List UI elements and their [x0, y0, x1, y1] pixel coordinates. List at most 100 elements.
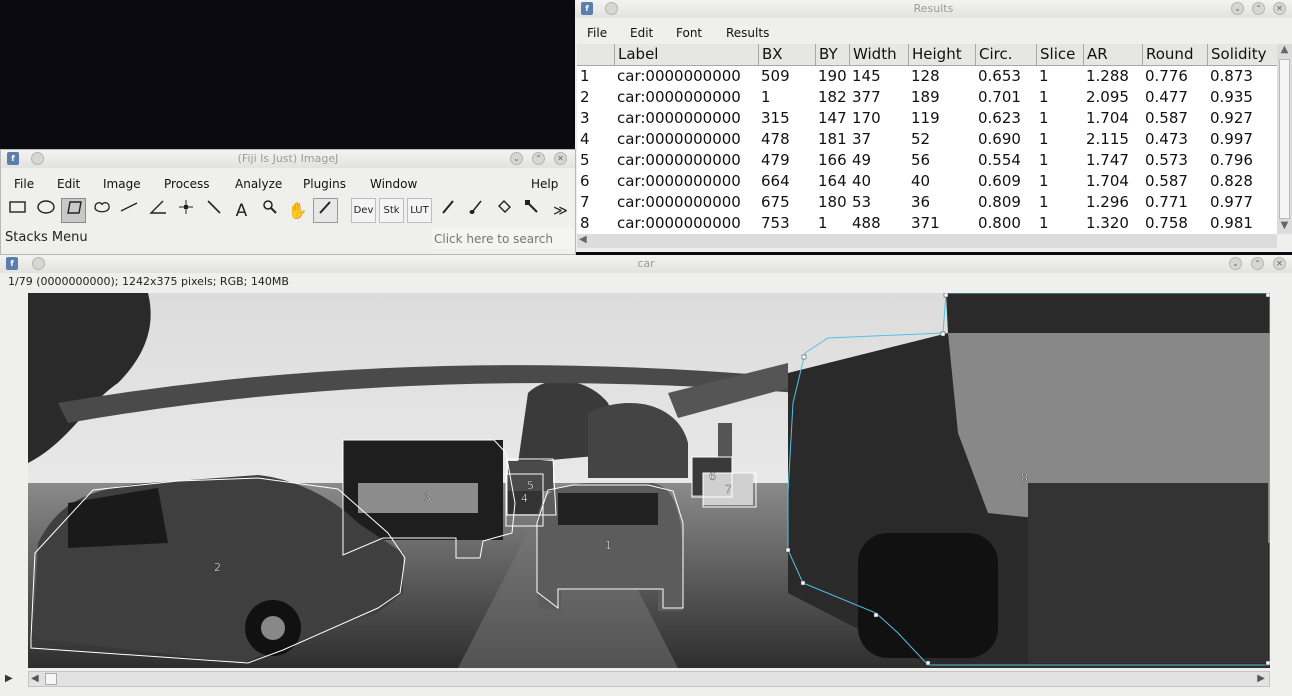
text-tool-label: A	[235, 201, 248, 221]
pencil-tool[interactable]	[435, 198, 460, 223]
results-titlebar[interactable]: f Results ⌄ ⌃ ✕	[575, 0, 1292, 18]
table-row[interactable]: 6 car:0000000000 664 164 40 40 0.609 1 1.704 0.58…	[577, 171, 1277, 192]
table-cell: 664	[761, 172, 790, 190]
column-header-label[interactable]: Label	[614, 44, 758, 65]
minimize-icon[interactable]: ⌄	[510, 152, 523, 165]
scroll-down-icon[interactable]: ▼	[1277, 220, 1292, 234]
table-cell: car:0000000000	[617, 130, 741, 148]
brush-tool[interactable]	[463, 198, 488, 223]
minimize-icon[interactable]: ⌄	[1229, 257, 1242, 270]
table-cell: car:0000000000	[617, 151, 741, 169]
roi-label-2: 2	[214, 561, 221, 574]
arrow-tool[interactable]	[519, 198, 544, 223]
maximize-icon[interactable]: ⌃	[1252, 2, 1265, 15]
table-row[interactable]: 8 car:0000000000 753 1 488 371 0.800 1 1.320 0.75…	[577, 213, 1277, 234]
column-header-solidity[interactable]: Solidity	[1207, 44, 1277, 65]
more-tools-button[interactable]: ≫	[548, 198, 573, 223]
column-header-circ-[interactable]: Circ.	[975, 44, 1036, 65]
column-header-ar[interactable]: AR	[1083, 44, 1142, 65]
image-titlebar[interactable]: f car ⌄ ⌃ ✕	[0, 255, 1292, 273]
oval-tool[interactable]	[33, 198, 58, 223]
play-icon[interactable]: ▶	[5, 673, 13, 684]
window-menu-icon[interactable]	[32, 257, 45, 270]
text-tool[interactable]: A	[229, 198, 254, 223]
table-row[interactable]: 1 car:0000000000 509 190 145 128 0.653 1 1.288 0.…	[577, 66, 1277, 87]
hand-tool[interactable]: ✋	[285, 198, 310, 223]
close-icon[interactable]: ✕	[1273, 257, 1286, 270]
results-scrollbar[interactable]: ▲ ▼	[1277, 44, 1292, 234]
table-row[interactable]: 2 car:0000000000 1 182 377 189 0.701 1 2.095 0.47…	[577, 87, 1277, 108]
table-cell: 0.587	[1145, 109, 1188, 127]
menu-help[interactable]: Help	[531, 177, 558, 191]
image-scrollbar[interactable]: ▶ ◀ ▶	[5, 671, 1270, 687]
column-header-slice[interactable]: Slice	[1036, 44, 1083, 65]
search-input[interactable]	[432, 228, 574, 249]
menu-edit[interactable]: Edit	[57, 177, 80, 191]
scroll-up-icon[interactable]: ▲	[1277, 44, 1292, 58]
menu-plugins[interactable]: Plugins	[303, 177, 346, 191]
table-cell: 1	[1039, 67, 1049, 85]
color-picker-tool[interactable]	[313, 198, 338, 223]
flood-fill-tool[interactable]	[491, 198, 516, 223]
maximize-icon[interactable]: ⌃	[1251, 257, 1264, 270]
polygon-tool[interactable]	[61, 198, 86, 223]
menu-file[interactable]: File	[14, 177, 34, 191]
scroll-thumb[interactable]	[1279, 59, 1290, 219]
menu-process[interactable]: Process	[164, 177, 210, 191]
line-tool[interactable]	[117, 198, 142, 223]
table-cell: 0.623	[978, 109, 1021, 127]
table-row[interactable]: 5 car:0000000000 479 166 49 56 0.554 1 1.747 0.57…	[577, 150, 1277, 171]
menu-analyze[interactable]: Analyze	[235, 177, 282, 191]
column-header-round[interactable]: Round	[1142, 44, 1207, 65]
scroll-left-icon[interactable]: ◀	[579, 234, 587, 245]
table-cell: 675	[761, 193, 790, 211]
table-row[interactable]: 7 car:0000000000 675 180 53 36 0.809 1 1.296 0.77…	[577, 192, 1277, 213]
table-cell: 315	[761, 109, 790, 127]
menu-file[interactable]: File	[587, 26, 607, 40]
results-menubar: File Edit Font Results	[575, 22, 1292, 44]
window-menu-icon[interactable]	[605, 2, 618, 15]
table-cell: 166	[818, 151, 847, 169]
wand-tool[interactable]	[201, 198, 226, 223]
scroll-right-icon[interactable]: ▶	[1257, 673, 1265, 684]
results-hscrollbar[interactable]: ◀	[577, 234, 1277, 248]
minimize-icon[interactable]: ⌄	[1231, 2, 1244, 15]
maximize-icon[interactable]: ⌃	[532, 152, 545, 165]
menu-image[interactable]: Image	[103, 177, 141, 191]
table-cell: 170	[852, 109, 881, 127]
menu-window[interactable]: Window	[370, 177, 417, 191]
table-row[interactable]: 4 car:0000000000 478 181 37 52 0.690 1 2.115 0.47…	[577, 129, 1277, 150]
image-canvas[interactable]: 1 2 3 4 5 6 7 8	[28, 293, 1270, 668]
results-table[interactable]: Label BX BY Width Height Circ. Slice AR Round Sol…	[577, 44, 1277, 234]
point-tool[interactable]	[173, 198, 198, 223]
close-icon[interactable]: ✕	[1273, 2, 1286, 15]
freehand-tool[interactable]	[89, 198, 114, 223]
menu-font[interactable]: Font	[676, 26, 702, 40]
table-cell: 0.473	[1145, 130, 1188, 148]
paint-bucket-icon	[497, 200, 511, 213]
table-cell: 377	[852, 88, 881, 106]
column-header-width[interactable]: Width	[849, 44, 908, 65]
close-icon[interactable]: ✕	[554, 152, 567, 165]
table-cell: 128	[911, 67, 940, 85]
slice-thumb[interactable]	[45, 673, 57, 685]
angle-tool[interactable]	[145, 198, 170, 223]
dev-button[interactable]: Dev	[351, 198, 376, 223]
rectangle-tool[interactable]	[5, 198, 30, 223]
window-menu-icon[interactable]	[31, 152, 44, 165]
stk-button[interactable]: Stk	[379, 198, 404, 223]
table-row[interactable]: 3 car:0000000000 315 147 170 119 0.623 1 1.704 0.…	[577, 108, 1277, 129]
column-header-by[interactable]: BY	[815, 44, 849, 65]
table-cell: 478	[761, 130, 790, 148]
lut-button[interactable]: LUT	[407, 198, 432, 223]
menu-edit[interactable]: Edit	[630, 26, 653, 40]
column-header-height[interactable]: Height	[908, 44, 975, 65]
scroll-left-icon[interactable]: ◀	[31, 673, 39, 684]
menu-results[interactable]: Results	[726, 26, 769, 40]
column-header-bx[interactable]: BX	[758, 44, 815, 65]
header-rownum[interactable]	[577, 44, 614, 65]
table-cell: 1.320	[1086, 214, 1129, 232]
angle-icon	[148, 200, 166, 214]
magnifier-tool[interactable]	[257, 198, 282, 223]
imagej-titlebar[interactable]: f (Fiji Is Just) ImageJ ⌄ ⌃ ✕	[1, 150, 575, 168]
